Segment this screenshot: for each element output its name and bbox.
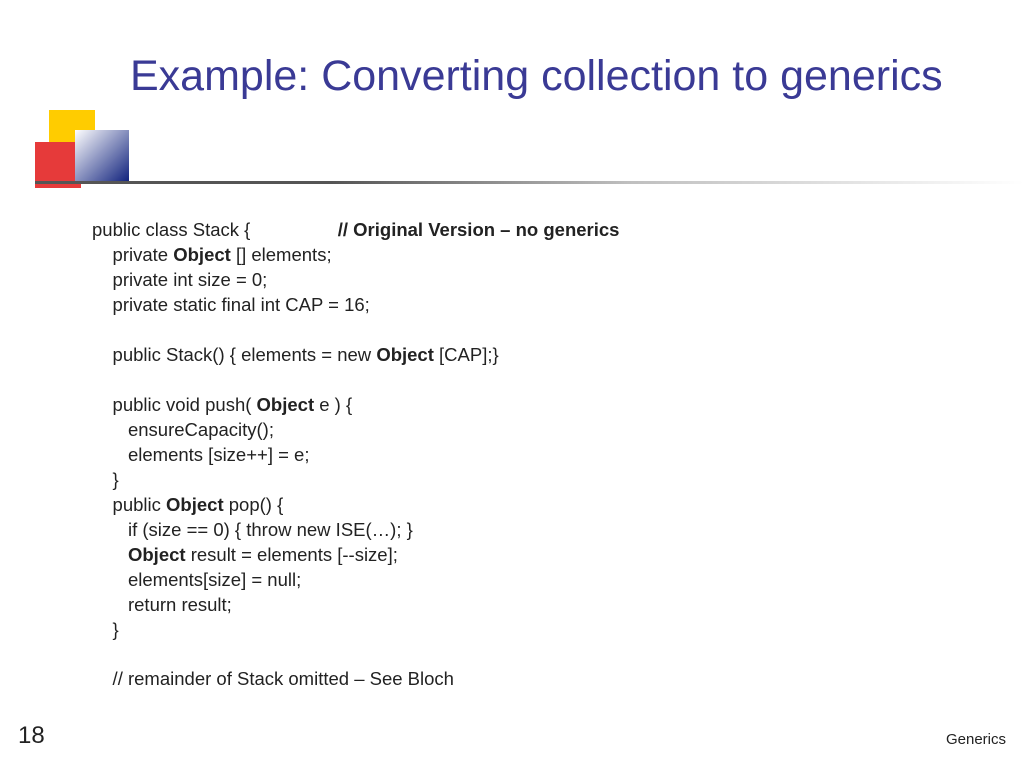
code-line: private Object [] elements; xyxy=(92,243,984,268)
t: Object xyxy=(257,394,315,415)
code-line: if (size == 0) { throw new ISE(…); } xyxy=(92,518,984,543)
code-line: elements[size] = null; xyxy=(92,568,984,593)
t: private xyxy=(92,244,173,265)
slide-title: Example: Converting collection to generi… xyxy=(130,50,984,104)
t: e ) { xyxy=(314,394,352,415)
t: ensureCapacity(); xyxy=(92,419,274,440)
code-line: } xyxy=(92,618,984,643)
t: public void push( xyxy=(92,394,257,415)
t: // remainder of Stack omitted – See Bloc… xyxy=(92,668,454,689)
t: // Original Version – no generics xyxy=(338,219,620,240)
t: elements[size] = null; xyxy=(92,569,301,590)
t: } xyxy=(92,619,119,640)
code-line: return result; xyxy=(92,593,984,618)
t: result = elements [--size]; xyxy=(186,544,398,565)
t: if (size == 0) { throw new ISE(…); } xyxy=(92,519,413,540)
code-line: public class Stack { // Original Version… xyxy=(92,218,984,243)
t: Object xyxy=(173,244,231,265)
t: public Stack() { elements = new xyxy=(92,344,376,365)
code-line: // remainder of Stack omitted – See Bloc… xyxy=(92,667,984,692)
code-line: } xyxy=(92,468,984,493)
t: Object xyxy=(376,344,434,365)
decor-squares-icon xyxy=(35,110,135,190)
t: private static final int CAP = 16; xyxy=(92,294,370,315)
t: [CAP];} xyxy=(434,344,499,365)
title-wrap: Example: Converting collection to generi… xyxy=(130,50,984,104)
t: } xyxy=(92,469,119,490)
code-line: elements [size++] = e; xyxy=(92,443,984,468)
t: public xyxy=(92,494,166,515)
slide-number: 18 xyxy=(18,722,45,750)
code-line: public void push( Object e ) { xyxy=(92,393,984,418)
t: Object xyxy=(128,544,186,565)
slide: Example: Converting collection to generi… xyxy=(0,0,1024,768)
t: elements [size++] = e; xyxy=(92,444,309,465)
code-line: Object result = elements [--size]; xyxy=(92,543,984,568)
code-line: ensureCapacity(); xyxy=(92,418,984,443)
code-line: public Stack() { elements = new Object [… xyxy=(92,343,984,368)
t: return result; xyxy=(92,594,232,615)
code-line xyxy=(92,642,984,667)
code-line xyxy=(92,368,984,393)
code-line xyxy=(92,318,984,343)
title-underline xyxy=(35,181,1024,184)
t: pop() { xyxy=(224,494,284,515)
t xyxy=(92,544,128,565)
code-line: public Object pop() { xyxy=(92,493,984,518)
t: public class Stack { xyxy=(92,219,250,240)
t: [] elements; xyxy=(231,244,332,265)
t: Object xyxy=(166,494,224,515)
code-line: private static final int CAP = 16; xyxy=(92,293,984,318)
footer-label: Generics xyxy=(946,731,1006,748)
code-line: private int size = 0; xyxy=(92,268,984,293)
t: private int size = 0; xyxy=(92,269,267,290)
code-body: public class Stack { // Original Version… xyxy=(92,218,984,692)
